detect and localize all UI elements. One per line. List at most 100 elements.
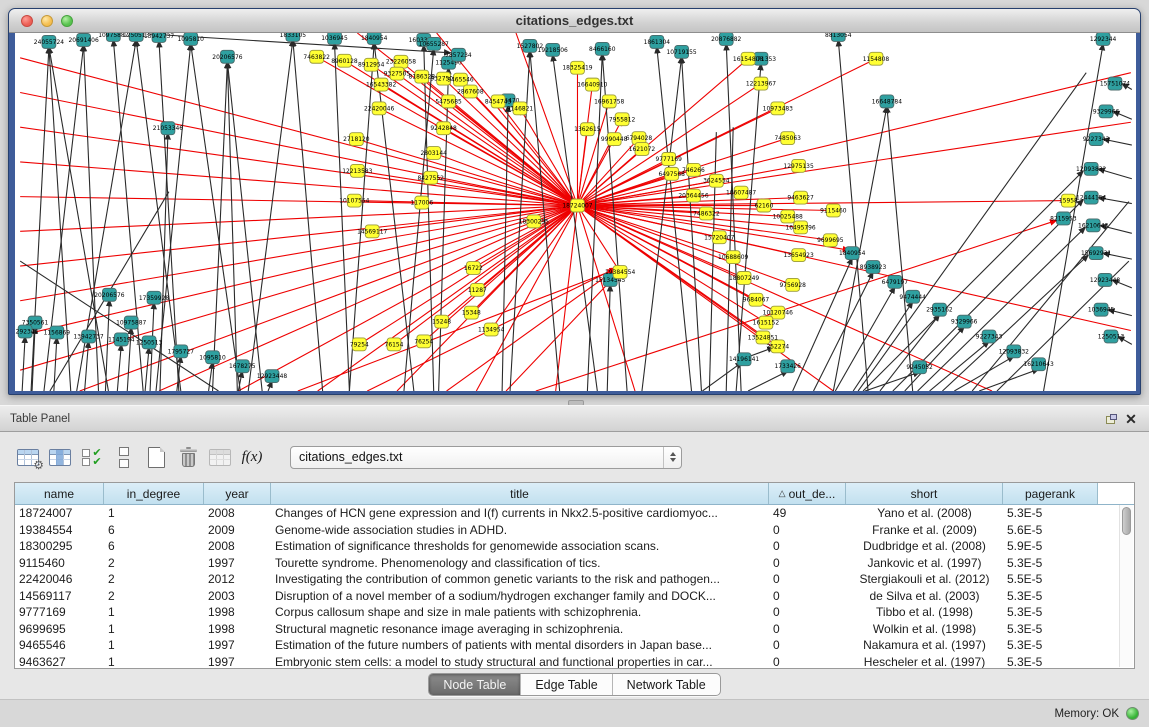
cell-out_de[interactable]: 0 [769, 638, 846, 652]
cell-out_de[interactable]: 49 [769, 506, 846, 520]
graph-node-yellow[interactable]: 10107554 [339, 194, 369, 207]
cell-year[interactable]: 2008 [204, 539, 271, 553]
graph-node-yellow[interactable]: 7463822 [303, 50, 330, 63]
cell-year[interactable]: 1997 [204, 655, 271, 669]
cell-out_de[interactable]: 0 [769, 572, 846, 586]
graph-node-yellow[interactable]: 16722 [464, 262, 483, 275]
column-header-short[interactable]: short [846, 483, 1003, 504]
cell-short[interactable]: de Silva et al. (2003) [846, 589, 1003, 603]
graph-node-teal[interactable]: 1733426 [774, 360, 801, 373]
cell-title[interactable]: Genome-wide association studies in ADHD. [271, 523, 769, 537]
table-row[interactable]: 946554611997Estimation of the future num… [15, 637, 1134, 654]
float-panel-button[interactable] [1101, 410, 1121, 428]
cell-name[interactable]: 19384554 [15, 523, 104, 537]
cell-name[interactable]: 18300295 [15, 539, 104, 553]
scrollbar-thumb[interactable] [1122, 507, 1131, 535]
cell-in_degree[interactable]: 1 [104, 638, 204, 652]
cell-pagerank[interactable]: 5.6E-5 [1003, 523, 1098, 537]
graph-node-yellow[interactable]: 15248 [432, 315, 451, 328]
cell-pagerank[interactable]: 5.5E-5 [1003, 572, 1098, 586]
cell-title[interactable]: Estimation of significance thresholds fo… [271, 539, 769, 553]
graph-node-yellow[interactable]: 62160 [754, 199, 773, 212]
graph-node-yellow[interactable]: 7486322 [693, 207, 720, 220]
graph-node-yellow[interactable]: 8912954 [358, 58, 385, 71]
graph-node-teal[interactable]: 13942737 [144, 33, 174, 42]
cell-title[interactable]: Investigating the contribution of common… [271, 572, 769, 586]
citation-graph[interactable]: 2405572420691406109758871250513139427371… [15, 33, 1136, 391]
table-row[interactable]: 1938455462009Genome-wide association stu… [15, 522, 1134, 539]
graph-node-yellow[interactable]: 15958 [1059, 194, 1078, 207]
cell-out_de[interactable]: 0 [769, 556, 846, 570]
cell-pagerank[interactable]: 5.3E-5 [1003, 605, 1098, 619]
graph-node-teal[interactable]: 20876882 [711, 33, 741, 45]
graph-node-yellow[interactable]: 12213583 [342, 164, 372, 177]
column-header-out_de[interactable]: △out_de... [769, 483, 846, 504]
cell-pagerank[interactable]: 5.3E-5 [1003, 638, 1098, 652]
graph-node-yellow[interactable]: 117006 [410, 196, 433, 209]
cell-short[interactable]: Wolkin et al. (1998) [846, 622, 1003, 636]
cell-in_degree[interactable]: 1 [104, 622, 204, 636]
cell-short[interactable]: Hescheler et al. (1997) [846, 655, 1003, 669]
cell-out_de[interactable]: 0 [769, 539, 846, 553]
cell-out_de[interactable]: 0 [769, 523, 846, 537]
graph-node-teal[interactable]: 12093832 [999, 345, 1029, 358]
vertical-scrollbar[interactable] [1119, 505, 1133, 667]
graph-node-yellow[interactable]: 9990448 [601, 133, 628, 146]
cell-in_degree[interactable]: 1 [104, 605, 204, 619]
graph-node-yellow[interactable]: 3624554 [703, 174, 730, 187]
graph-node-yellow[interactable]: 16961758 [594, 95, 624, 108]
graph-node-yellow[interactable]: 23226058 [386, 55, 416, 68]
graph-node-yellow[interactable]: 13654923 [784, 249, 814, 262]
graph-node-teal[interactable]: 1250513 [1098, 330, 1125, 343]
cell-out_de[interactable]: 0 [769, 655, 846, 669]
cell-pagerank[interactable]: 5.3E-5 [1003, 506, 1098, 520]
graph-node-teal[interactable]: 16648784 [872, 95, 902, 108]
table-selector-dropdown[interactable]: citations_edges.txt [290, 446, 682, 469]
cell-in_degree[interactable]: 2 [104, 572, 204, 586]
graph-node-yellow[interactable]: 2867608 [457, 85, 484, 98]
cell-name[interactable]: 22420046 [15, 572, 104, 586]
graph-node-teal[interactable]: 1795727 [168, 345, 195, 358]
graph-node-yellow[interactable]: 9756928 [779, 278, 806, 291]
cell-title[interactable]: Changes of HCN gene expression and I(f) … [271, 506, 769, 520]
cell-in_degree[interactable]: 1 [104, 506, 204, 520]
cell-pagerank[interactable]: 5.3E-5 [1003, 622, 1098, 636]
delete-table-button[interactable] [204, 440, 236, 474]
graph-node-teal[interactable]: 20691406 [69, 33, 99, 46]
graph-node-teal[interactable]: 1861304 [644, 35, 671, 48]
graph-node-yellow[interactable]: 79254 [350, 338, 369, 351]
cell-year[interactable]: 2012 [204, 572, 271, 586]
graph-node-teal[interactable]: 1036945 [1088, 303, 1115, 316]
graph-node-yellow[interactable]: 10973483 [763, 102, 793, 115]
table-row[interactable]: 911546021997Tourette syndrome. Phenomeno… [15, 555, 1134, 572]
cell-in_degree[interactable]: 6 [104, 523, 204, 537]
new-column-button[interactable] [140, 440, 172, 474]
delete-column-button[interactable] [172, 440, 204, 474]
column-header-name[interactable]: name [15, 483, 104, 504]
cell-title[interactable]: Corpus callosum shape and size in male p… [271, 605, 769, 619]
graph-node-teal[interactable]: 6479197 [882, 275, 909, 288]
cell-short[interactable]: Tibbo et al. (1998) [846, 605, 1003, 619]
cell-title[interactable]: Disruption of a novel member of a sodium… [271, 589, 769, 603]
cell-pagerank[interactable]: 5.3E-5 [1003, 589, 1098, 603]
table-row[interactable]: 977716911998Corpus callosum shape and si… [15, 604, 1134, 621]
table-row[interactable]: 969969511998Structural magnetic resonanc… [15, 621, 1134, 638]
window-title-bar[interactable]: citations_edges.txt [9, 9, 1140, 33]
graph-node-yellow[interactable]: 8427552 [417, 171, 444, 184]
cell-name[interactable]: 18724007 [15, 506, 104, 520]
cell-year[interactable]: 2009 [204, 523, 271, 537]
cell-year[interactable]: 1997 [204, 638, 271, 652]
graph-node-yellow[interactable]: 16640910 [577, 78, 607, 91]
cell-name[interactable]: 9465546 [15, 638, 104, 652]
table-row[interactable]: 1830029562008Estimation of significance … [15, 538, 1134, 555]
column-header-title[interactable]: title [271, 483, 769, 504]
function-builder-button[interactable]: f(x) [236, 440, 268, 474]
cell-year[interactable]: 1998 [204, 622, 271, 636]
graph-node-yellow[interactable]: 9327505 [384, 67, 411, 80]
cell-short[interactable]: Dudbridge et al. (2008) [846, 539, 1003, 553]
graph-node-teal[interactable]: 9329966 [1093, 105, 1120, 118]
graph-node-yellow[interactable]: 9699695 [817, 234, 844, 247]
cell-name[interactable]: 14569117 [15, 589, 104, 603]
select-all-button[interactable]: ✔ ✔ [76, 440, 108, 474]
cell-title[interactable]: Embryonic stem cells: a model to study s… [271, 655, 769, 669]
